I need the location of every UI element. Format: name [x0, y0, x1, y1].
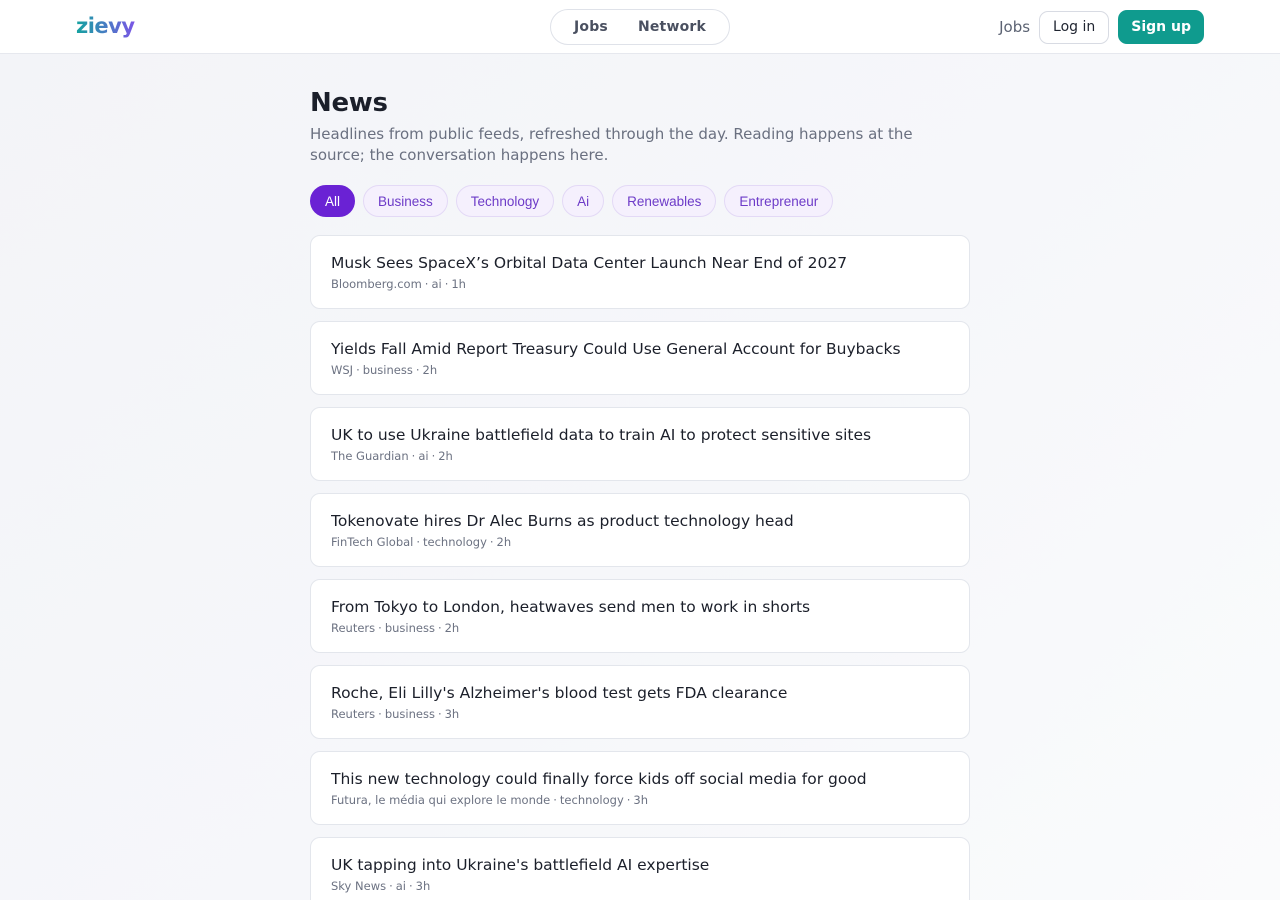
news-card[interactable]: Yields Fall Amid Report Treasury Could U… — [310, 321, 970, 395]
news-age: 2h — [422, 363, 438, 377]
news-meta: Bloomberg.com · ai · 1h — [331, 277, 466, 291]
news-headline[interactable]: From Tokyo to London, heatwaves send men… — [331, 598, 950, 616]
nav-jobs-link[interactable]: Jobs — [574, 19, 608, 35]
news-meta: Sky News · ai · 3h — [331, 879, 431, 893]
page-subtitle: Headlines from public feeds, refreshed t… — [310, 125, 913, 164]
news-meta: WSJ · business · 2h — [331, 363, 438, 377]
news-headline[interactable]: UK to use Ukraine battlefield data to tr… — [331, 426, 950, 444]
news-headline[interactable]: Musk Sees SpaceX’s Orbital Data Center L… — [331, 254, 950, 272]
news-headline[interactable]: Yields Fall Amid Report Treasury Could U… — [331, 340, 950, 358]
category-filters: All Business Technology Ai Renewables En… — [310, 185, 970, 217]
news-age: 3h — [633, 793, 649, 807]
news-main: News Headlines from public feeds, refres… — [310, 88, 970, 900]
news-meta: FinTech Global · technology · 2h — [331, 535, 512, 549]
filter-chip-technology[interactable]: Technology — [455, 185, 555, 217]
news-list: Musk Sees SpaceX’s Orbital Data Center L… — [310, 235, 970, 900]
filter-chip-business[interactable]: Business — [363, 185, 448, 217]
news-category: technology — [423, 535, 487, 549]
news-card[interactable]: Tokenovate hires Dr Alec Burns as produc… — [310, 493, 970, 567]
page-title: News — [310, 88, 388, 118]
signup-button[interactable]: Sign up — [1118, 10, 1204, 44]
filter-chip-renewables[interactable]: Renewables — [612, 185, 717, 217]
news-card[interactable]: From Tokyo to London, heatwaves send men… — [310, 579, 970, 653]
login-button[interactable]: Log in — [1039, 10, 1110, 44]
news-age: 3h — [415, 879, 431, 893]
news-card[interactable]: UK tapping into Ukraine's battlefield AI… — [310, 837, 970, 900]
filter-chip-ai[interactable]: Ai — [562, 185, 605, 217]
news-category: business — [384, 707, 435, 721]
filter-chip-all[interactable]: All — [310, 185, 356, 217]
news-category: ai — [418, 449, 429, 463]
news-age: 2h — [496, 535, 512, 549]
news-age: 2h — [444, 621, 460, 635]
top-navigation-bar: zievy Jobs Network Jobs Log in Sign up — [0, 0, 1280, 54]
news-source: Bloomberg.com — [331, 277, 422, 291]
news-meta: Futura, le média qui explore le monde · te… — [331, 793, 649, 807]
news-category: ai — [395, 879, 406, 893]
news-category: business — [362, 363, 413, 377]
news-meta: Reuters · business · 3h — [331, 707, 460, 721]
news-card[interactable]: This new technology could finally force … — [310, 751, 970, 825]
news-age: 1h — [451, 277, 466, 291]
news-category: business — [384, 621, 435, 635]
news-headline[interactable]: UK tapping into Ukraine's battlefield AI… — [331, 856, 950, 874]
news-meta: Reuters · business · 2h — [331, 621, 460, 635]
news-age: 3h — [444, 707, 460, 721]
news-headline[interactable]: Tokenovate hires Dr Alec Burns as produc… — [331, 512, 950, 530]
news-category: ai — [431, 277, 442, 291]
news-meta: The Guardian · ai · 2h — [331, 449, 453, 463]
nav-network-link[interactable]: Network — [638, 19, 706, 35]
news-source: Reuters — [331, 707, 376, 721]
news-card[interactable]: Roche, Eli Lilly's Alzheimer's blood tes… — [310, 665, 970, 739]
account-actions: Jobs Log in Sign up — [999, 10, 1204, 44]
news-category: technology — [559, 793, 624, 807]
news-source: Sky News — [331, 879, 387, 893]
news-card[interactable]: Musk Sees SpaceX’s Orbital Data Center L… — [310, 235, 970, 309]
news-card[interactable]: UK to use Ukraine battlefield data to tr… — [310, 407, 970, 481]
zievy-logo[interactable]: zievy — [76, 14, 135, 38]
news-source: FinTech Global — [331, 535, 414, 549]
news-headline[interactable]: Roche, Eli Lilly's Alzheimer's blood tes… — [331, 684, 950, 702]
news-source: Reuters — [331, 621, 376, 635]
news-source: The Guardian — [331, 449, 409, 463]
jobs-link[interactable]: Jobs — [999, 18, 1030, 36]
news-age: 2h — [438, 449, 453, 463]
news-headline[interactable]: This new technology could finally force … — [331, 770, 950, 788]
news-source: WSJ — [331, 363, 354, 377]
primary-nav-pill: Jobs Network — [550, 9, 730, 45]
news-source: Futura, le média qui explore le monde — [331, 793, 551, 807]
filter-chip-entrepreneur[interactable]: Entrepreneur — [724, 185, 834, 217]
